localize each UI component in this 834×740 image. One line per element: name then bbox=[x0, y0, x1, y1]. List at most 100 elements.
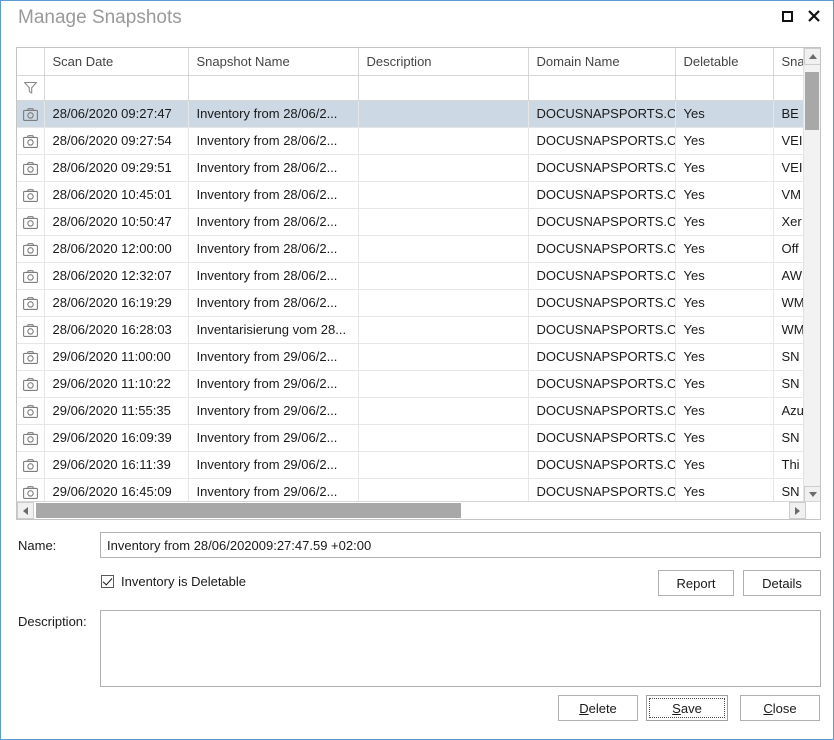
cell-snapshot-name: Inventory from 29/06/2... bbox=[188, 451, 359, 479]
cell-snapshot-name: Inventory from 29/06/2... bbox=[188, 424, 359, 452]
description-input[interactable] bbox=[100, 610, 821, 687]
report-button[interactable]: Report bbox=[658, 570, 734, 596]
cell-scan-date: 28/06/2020 16:19:29 bbox=[44, 289, 189, 317]
deletable-checkbox-row[interactable]: Inventory is Deletable bbox=[101, 574, 246, 589]
camera-icon bbox=[22, 270, 38, 283]
cell-domain-name: DOCUSNAPSPORTS.C... bbox=[528, 370, 676, 398]
cell-scan-date: 29/06/2020 11:10:22 bbox=[44, 370, 189, 398]
cell-deletable: Yes bbox=[675, 316, 774, 344]
maximize-icon bbox=[781, 10, 793, 22]
cell-domain-name: DOCUSNAPSPORTS.C... bbox=[528, 289, 676, 317]
cell-description bbox=[358, 370, 529, 398]
grid-vertical-scrollbar[interactable] bbox=[803, 48, 820, 503]
column-header-description[interactable]: Description bbox=[358, 48, 529, 76]
column-header-scan-date[interactable]: Scan Date bbox=[44, 48, 189, 76]
cell-deletable: Yes bbox=[675, 478, 774, 503]
chevron-left-icon bbox=[23, 506, 28, 515]
camera-icon bbox=[22, 432, 38, 445]
column-header-snapshot[interactable]: Sna bbox=[773, 48, 804, 76]
close-icon bbox=[808, 10, 820, 22]
filter-cell-snapshot-name[interactable] bbox=[188, 75, 359, 101]
details-button[interactable]: Details bbox=[743, 570, 821, 596]
row-snapshot-icon-cell bbox=[17, 100, 45, 128]
cell-snapshot: BE bbox=[773, 100, 804, 128]
camera-icon bbox=[22, 324, 38, 337]
camera-icon bbox=[22, 405, 38, 418]
table-row[interactable]: 28/06/2020 09:27:54 Inventory from 28/06/… bbox=[17, 127, 804, 155]
cell-snapshot: SN bbox=[773, 424, 804, 452]
table-row[interactable]: 29/06/2020 16:45:09 Inventory from 29/06/… bbox=[17, 478, 804, 503]
table-row[interactable]: 29/06/2020 11:00:00 Inventory from 29/06/… bbox=[17, 343, 804, 371]
cell-domain-name: DOCUSNAPSPORTS.C... bbox=[528, 235, 676, 263]
table-row[interactable]: 28/06/2020 10:50:47 Inventory from 28/06/… bbox=[17, 208, 804, 236]
row-snapshot-icon-cell bbox=[17, 181, 45, 209]
filter-toggle-cell[interactable] bbox=[17, 75, 45, 101]
filter-cell-scan-date[interactable] bbox=[44, 75, 189, 101]
table-body: 28/06/2020 09:27:47 Inventory from 28/06/… bbox=[17, 100, 804, 503]
row-snapshot-icon-cell bbox=[17, 397, 45, 425]
delete-button[interactable]: Delete bbox=[558, 695, 638, 721]
row-snapshot-icon-cell bbox=[17, 235, 45, 263]
name-input[interactable] bbox=[100, 532, 821, 558]
column-header-domain-name[interactable]: Domain Name bbox=[528, 48, 676, 76]
column-header-deletable[interactable]: Deletable bbox=[675, 48, 774, 76]
save-button-label: Save bbox=[672, 700, 702, 716]
filter-cell-snapshot[interactable] bbox=[773, 75, 804, 101]
filter-row[interactable] bbox=[17, 75, 804, 101]
title-bar: Manage Snapshots bbox=[1, 1, 833, 38]
camera-icon bbox=[22, 351, 38, 364]
cell-snapshot-name: Inventory from 28/06/2... bbox=[188, 154, 359, 182]
maximize-button[interactable] bbox=[775, 5, 799, 27]
table-row[interactable]: 28/06/2020 12:32:07 Inventory from 28/06/… bbox=[17, 262, 804, 290]
table-row[interactable]: 29/06/2020 16:09:39 Inventory from 29/06/… bbox=[17, 424, 804, 452]
camera-icon bbox=[22, 135, 38, 148]
window-close-button[interactable] bbox=[802, 5, 826, 27]
table-row[interactable]: 28/06/2020 09:29:51 Inventory from 28/06/… bbox=[17, 154, 804, 182]
cell-snapshot: Xer bbox=[773, 208, 804, 236]
table-row[interactable]: 29/06/2020 11:10:22 Inventory from 29/06/… bbox=[17, 370, 804, 398]
table-row[interactable]: 28/06/2020 09:27:47 Inventory from 28/06/… bbox=[17, 100, 804, 128]
camera-icon bbox=[22, 216, 38, 229]
cell-description bbox=[358, 289, 529, 317]
row-snapshot-icon-cell bbox=[17, 316, 45, 344]
horizontal-scroll-thumb[interactable] bbox=[36, 503, 461, 518]
window-title: Manage Snapshots bbox=[18, 7, 182, 28]
deletable-checkbox[interactable] bbox=[101, 575, 114, 588]
table-row[interactable]: 28/06/2020 16:28:03 Inventarisierung vom … bbox=[17, 316, 804, 344]
table-row[interactable]: 28/06/2020 12:00:00 Inventory from 28/06/… bbox=[17, 235, 804, 263]
cell-domain-name: DOCUSNAPSPORTS.C... bbox=[528, 127, 676, 155]
close-button[interactable]: Close bbox=[740, 695, 820, 721]
cell-snapshot-name: Inventory from 28/06/2... bbox=[188, 127, 359, 155]
cell-description bbox=[358, 424, 529, 452]
snapshots-grid[interactable]: Scan Date Snapshot Name Description Doma… bbox=[16, 47, 821, 520]
manage-snapshots-dialog: Manage Snapshots Scan Date Snapshot Name… bbox=[0, 0, 834, 740]
cell-snapshot: VEI bbox=[773, 127, 804, 155]
scroll-up-button[interactable] bbox=[804, 48, 820, 65]
cell-description bbox=[358, 208, 529, 236]
grid-horizontal-scrollbar[interactable] bbox=[17, 501, 820, 519]
cell-domain-name: DOCUSNAPSPORTS.C... bbox=[528, 397, 676, 425]
cell-domain-name: DOCUSNAPSPORTS.C... bbox=[528, 100, 676, 128]
cell-domain-name: DOCUSNAPSPORTS.C... bbox=[528, 262, 676, 290]
cell-scan-date: 28/06/2020 09:27:54 bbox=[44, 127, 189, 155]
cell-deletable: Yes bbox=[675, 397, 774, 425]
row-snapshot-icon-cell bbox=[17, 478, 45, 503]
table-row[interactable]: 28/06/2020 16:19:29 Inventory from 28/06/… bbox=[17, 289, 804, 317]
save-button[interactable]: Save bbox=[646, 695, 728, 721]
cell-domain-name: DOCUSNAPSPORTS.C... bbox=[528, 154, 676, 182]
column-header-snapshot-name[interactable]: Snapshot Name bbox=[188, 48, 359, 76]
cell-snapshot: Azu bbox=[773, 397, 804, 425]
filter-cell-domain-name[interactable] bbox=[528, 75, 676, 101]
vertical-scroll-thumb[interactable] bbox=[805, 72, 819, 130]
table-row[interactable]: 28/06/2020 10:45:01 Inventory from 28/06/… bbox=[17, 181, 804, 209]
cell-scan-date: 29/06/2020 16:45:09 bbox=[44, 478, 189, 503]
table-row[interactable]: 29/06/2020 16:11:39 Inventory from 29/06/… bbox=[17, 451, 804, 479]
filter-cell-deletable[interactable] bbox=[675, 75, 774, 101]
scroll-right-button[interactable] bbox=[789, 502, 806, 519]
table-row[interactable]: 29/06/2020 11:55:35 Inventory from 29/06/… bbox=[17, 397, 804, 425]
filter-cell-description[interactable] bbox=[358, 75, 529, 101]
scroll-left-button[interactable] bbox=[17, 502, 34, 519]
cell-scan-date: 28/06/2020 09:27:47 bbox=[44, 100, 189, 128]
column-header-icon[interactable] bbox=[17, 48, 45, 76]
row-snapshot-icon-cell bbox=[17, 370, 45, 398]
